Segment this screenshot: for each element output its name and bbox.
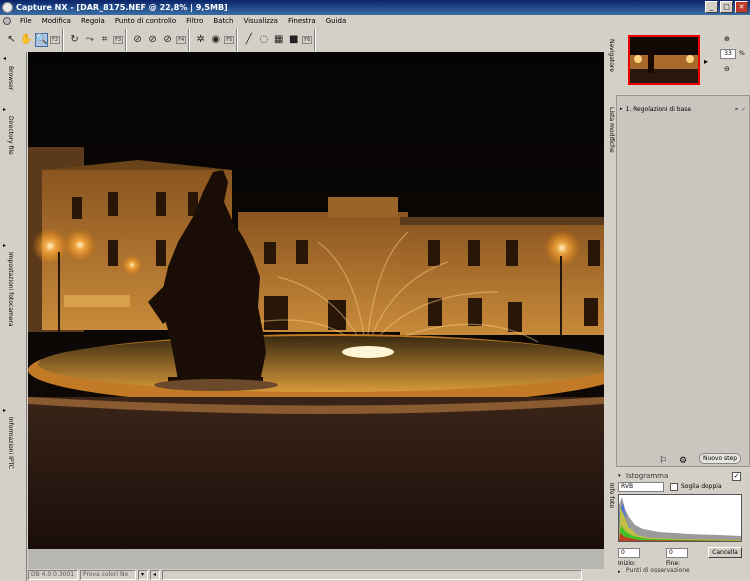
histogram-plot <box>619 497 741 541</box>
menu-file[interactable]: File <box>15 17 37 25</box>
threshold-checkbox[interactable] <box>670 483 678 491</box>
zoom-control: ⊕ 33 % ⊖ <box>720 35 750 87</box>
expand-arrow-icon[interactable]: ▸ <box>618 569 621 575</box>
tab-info-foto[interactable]: Info foto <box>605 483 615 508</box>
start-value-field[interactable]: 0 <box>618 548 640 558</box>
menu-filtro[interactable]: Filtro <box>181 17 208 25</box>
gear-icon[interactable]: ⚙ <box>679 456 687 466</box>
tab-browser[interactable]: Browser <box>2 66 14 90</box>
arrow-icon[interactable]: ↖ <box>5 33 18 47</box>
tab-directory-file[interactable]: Directory file <box>2 116 14 155</box>
tool-group-5: ╱ ◌ ▦ ■ F6 <box>239 28 316 51</box>
navigator-arrow-icon[interactable]: ▸ <box>704 57 708 66</box>
crop-icon[interactable]: ⌗ <box>98 33 111 47</box>
layer-options-icon[interactable]: ⚭ ✓ <box>734 106 746 113</box>
document-icon[interactable] <box>3 17 11 25</box>
f3-key-label: F3 <box>113 35 124 44</box>
tool-group-1: ↖ ✋ 🔍 F2 <box>2 28 64 51</box>
tool-group-4: ✲ ◉ F5 <box>191 28 238 51</box>
new-step-button[interactable]: Nuovo step <box>699 453 741 464</box>
edit-step-label: 1. Regolazioni di base <box>625 105 692 113</box>
collapse-arrow-icon[interactable]: ◂ <box>3 55 6 62</box>
scroll-left-icon[interactable]: ◂ <box>150 570 160 580</box>
hand-icon[interactable]: ✋ <box>20 33 33 47</box>
start-label: Inizio: <box>618 560 636 567</box>
tab-impostazioni-fotocamera[interactable]: Impostazioni fotocamera <box>2 252 14 327</box>
expand-arrow-icon[interactable]: ▸ <box>3 106 6 113</box>
menu-modifica[interactable]: Modifica <box>37 17 76 25</box>
flag-icon[interactable]: ⚐ <box>659 456 667 466</box>
red-eye-icon[interactable]: ◉ <box>209 33 222 47</box>
color-proof-field: Prova colori No <box>80 570 136 580</box>
list-item[interactable]: ▸ 1. Regolazioni di base ⚭ ✓ <box>620 104 746 114</box>
watch-points-label: Punti di osservazione <box>626 567 690 574</box>
menu-guida[interactable]: Guida <box>321 17 352 25</box>
histogram-enable-checkbox[interactable]: ✓ <box>732 472 741 481</box>
version-field: DB 4.0.0.3001 <box>28 570 78 580</box>
tab-navigatore[interactable]: Navigatore <box>605 39 615 72</box>
f2-key-label: F2 <box>50 35 61 44</box>
toolbar: ↖ ✋ 🔍 F2 ↻ ⤳ ⌗ F3 ⊘ ⊘ ⊘ F4 ✲ ◉ F5 ╱ ◌ ▦ … <box>0 27 352 52</box>
zoom-out-icon[interactable]: ⊖ <box>724 65 730 73</box>
black-point-icon[interactable]: ⊘ <box>131 33 144 47</box>
zoom-in-icon[interactable]: ⊕ <box>724 35 730 43</box>
menu-regola[interactable]: Regola <box>76 17 110 25</box>
histogram-panel: ▾ Istogramma ✓ RVB Soglia doppia 0 0 Ini… <box>616 472 750 581</box>
navigator-preview <box>630 37 698 83</box>
maximize-button[interactable]: □ <box>720 1 733 13</box>
close-button[interactable]: ✕ <box>735 1 748 13</box>
tool-group-3: ⊘ ⊘ ⊘ F4 <box>128 28 190 51</box>
color-control-point-icon[interactable]: ✲ <box>194 33 207 47</box>
menu-punto-di-controllo[interactable]: Punto di controllo <box>110 17 181 25</box>
f4-key-label: F4 <box>176 35 187 44</box>
straighten-icon[interactable]: ⤳ <box>83 33 96 47</box>
edit-list-panel: ▸ 1. Regolazioni di base ⚭ ✓ ⚐ ⚙ Nuovo s… <box>616 95 750 467</box>
expand-arrow-icon[interactable]: ▸ <box>3 407 6 414</box>
zoom-icon[interactable]: 🔍 <box>35 32 48 47</box>
right-dock: Navigatore Lista modifiche Info foto ▸ ⊕… <box>604 27 750 581</box>
navigator-panel: ▸ ⊕ 33 % ⊖ <box>616 29 750 91</box>
end-value-field[interactable]: 0 <box>666 548 688 558</box>
navigator-thumbnail[interactable] <box>628 35 700 85</box>
cancel-button[interactable]: Cancella <box>708 547 742 558</box>
expand-arrow-icon[interactable]: ▸ <box>3 242 6 249</box>
histogram-title: Istogramma <box>626 472 669 480</box>
channel-select[interactable]: RVB <box>618 482 664 492</box>
fill-icon[interactable]: ■ <box>287 33 300 47</box>
threshold-label: Soglia doppia <box>681 483 722 490</box>
end-label: Fine: <box>666 560 681 567</box>
minimize-button[interactable]: _ <box>705 1 718 13</box>
rotate-icon[interactable]: ↻ <box>68 33 81 47</box>
histogram-graph <box>618 494 742 542</box>
menu-visualizza[interactable]: Visualizza <box>238 17 282 25</box>
expand-arrow-icon[interactable]: ▸ <box>620 106 623 112</box>
capture-nx-window: Capture NX - [DAR_8175.NEF @ 22,8% | 9,5… <box>0 0 750 581</box>
f6-key-label: F6 <box>302 35 313 44</box>
zoom-unit: % <box>739 50 745 57</box>
neutral-point-icon[interactable]: ⊘ <box>161 33 174 47</box>
menu-bar: File Modifica Regola Punto di controllo … <box>0 15 750 27</box>
status-bar: DB 4.0.0.3001 Prova colori No ▾ ◂ <box>28 549 604 581</box>
night-fountain-photo <box>28 52 604 549</box>
menu-batch[interactable]: Batch <box>208 17 238 25</box>
selection-brush-icon[interactable]: ╱ <box>242 33 255 47</box>
horizontal-scrollbar[interactable] <box>162 570 582 580</box>
tab-informazioni-iptc[interactable]: Informazioni IPTC <box>2 417 14 469</box>
zoom-value-field[interactable]: 33 <box>720 49 736 59</box>
menu-finestra[interactable]: Finestra <box>283 17 321 25</box>
window-title: Capture NX - [DAR_8175.NEF @ 22,8% | 9,5… <box>16 3 228 12</box>
dropdown-arrow-icon[interactable]: ▾ <box>138 570 148 580</box>
white-point-icon[interactable]: ⊘ <box>146 33 159 47</box>
f5-key-label: F5 <box>224 35 235 44</box>
collapse-arrow-icon[interactable]: ▾ <box>618 473 621 479</box>
lasso-icon[interactable]: ◌ <box>257 33 270 47</box>
image-canvas[interactable] <box>28 52 604 549</box>
tab-lista-modifiche[interactable]: Lista modifiche <box>605 107 615 153</box>
gradient-icon[interactable]: ▦ <box>272 33 285 47</box>
left-dock: ◂ Browser ▸ Directory file ▸ Impostazion… <box>0 52 27 581</box>
app-icon[interactable] <box>2 2 13 13</box>
tool-group-2: ↻ ⤳ ⌗ F3 <box>65 28 127 51</box>
title-bar: Capture NX - [DAR_8175.NEF @ 22,8% | 9,5… <box>0 0 750 15</box>
